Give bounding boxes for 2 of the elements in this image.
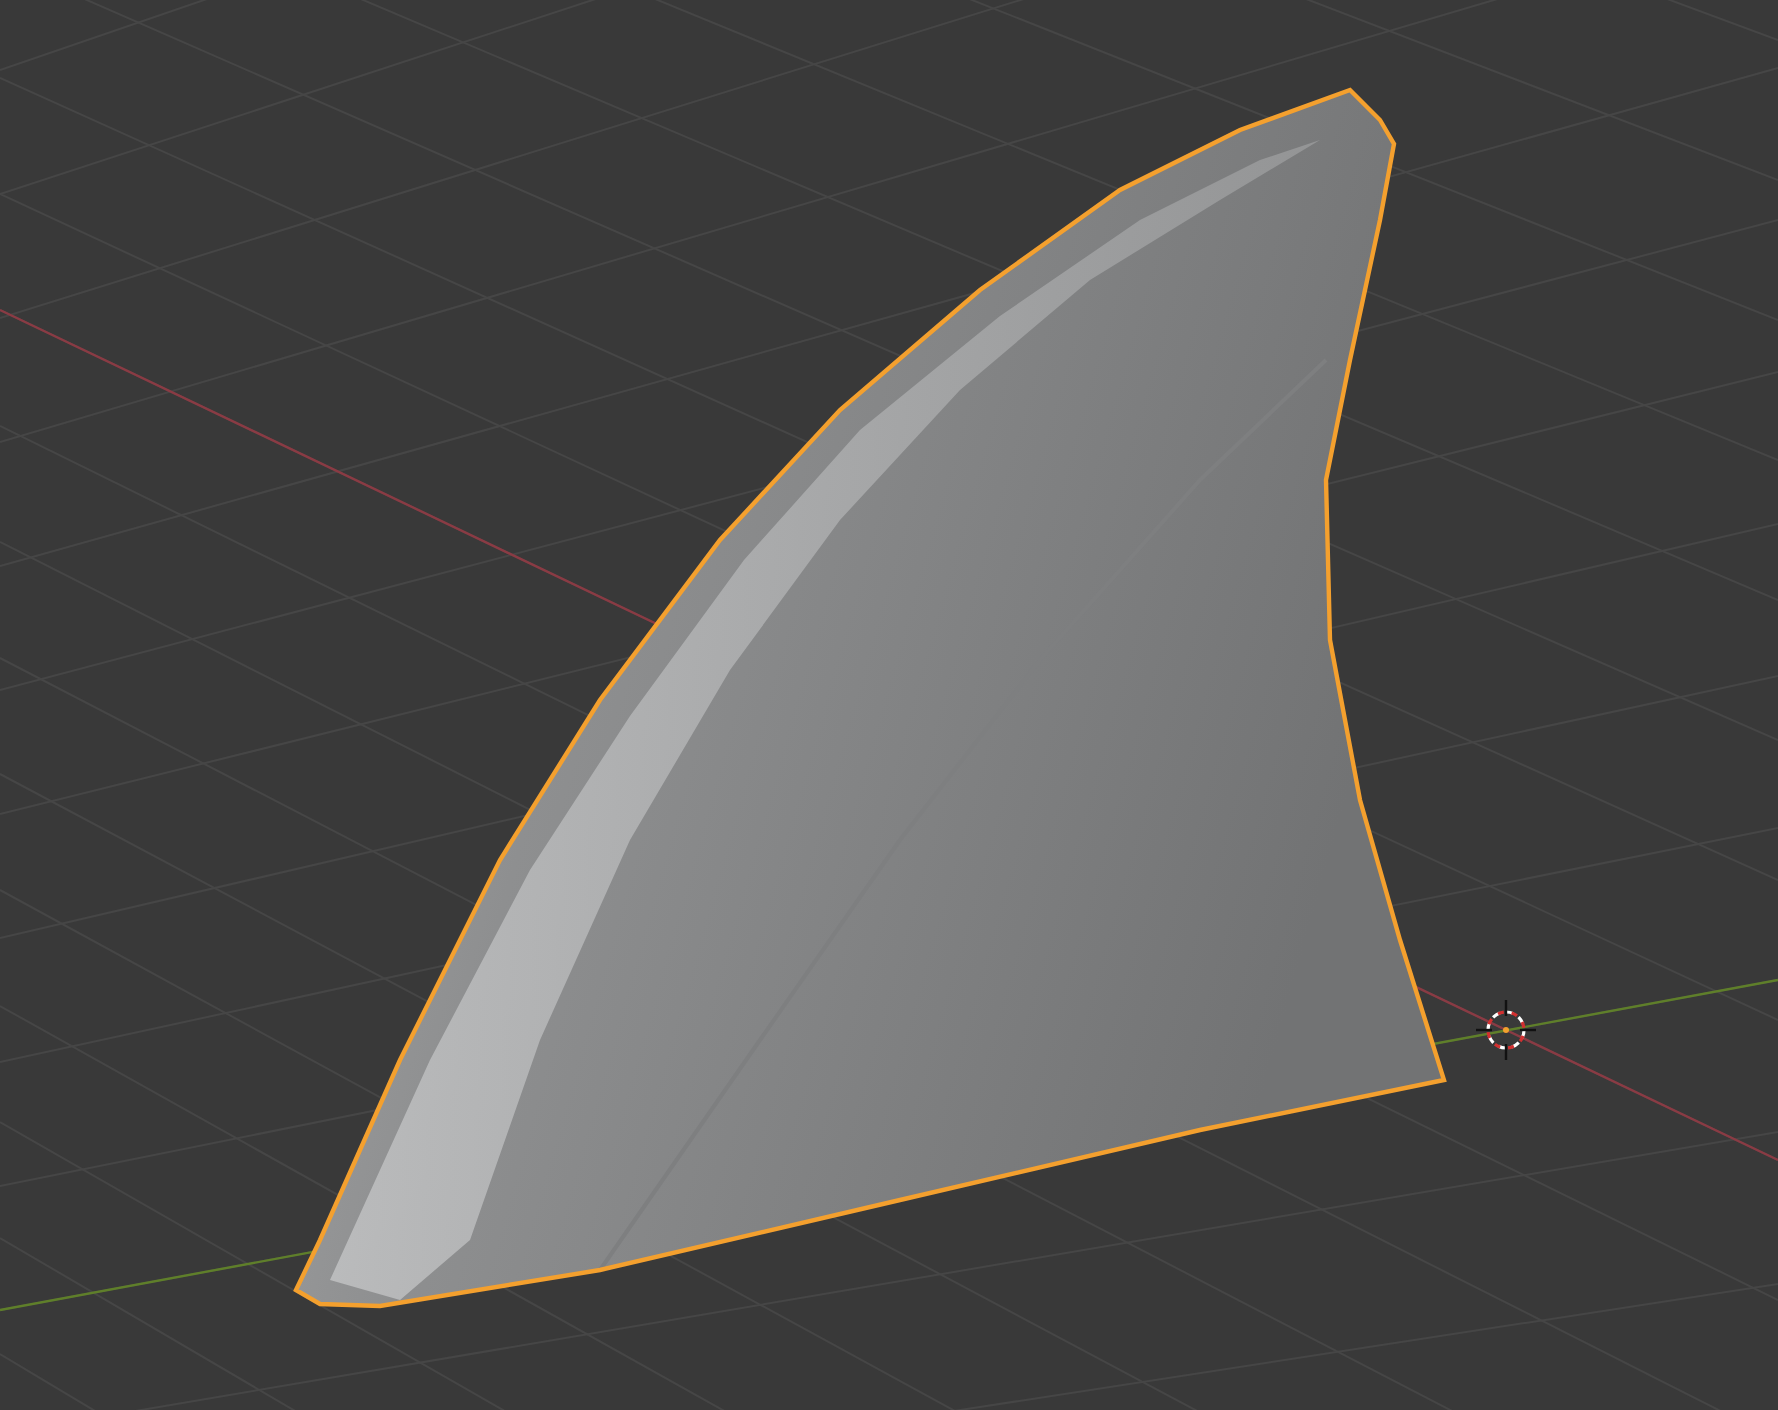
cursor-icon[interactable] (1476, 1000, 1536, 1060)
fin-mesh-drawing[interactable] (293, 87, 1447, 1309)
